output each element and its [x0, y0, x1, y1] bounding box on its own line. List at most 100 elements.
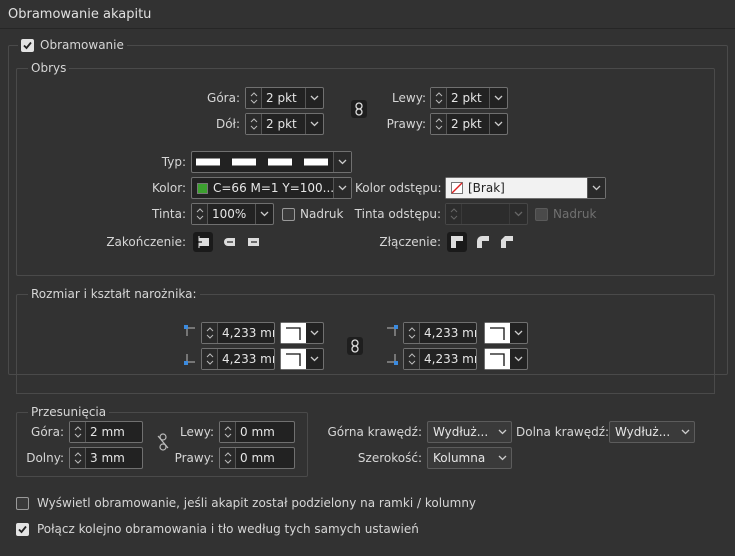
gap-tint-stepper[interactable] [445, 203, 528, 225]
offset-left-value[interactable]: 0 mm [236, 422, 294, 442]
offset-bottom-stepper[interactable]: 3 mm [69, 447, 143, 469]
bottom-edge-dropdown[interactable]: Wydłuż... [609, 421, 695, 443]
split-border-label: Wyświetl obramowanie, jeśli akapit zosta… [37, 496, 477, 510]
offset-right-value[interactable]: 0 mm [236, 448, 294, 468]
tint-value[interactable]: 100% [208, 204, 255, 224]
top-left-corner-stepper[interactable]: 4,233 mı [201, 322, 275, 344]
type-label: Typ: [161, 155, 186, 169]
stepper-arrows-icon[interactable] [70, 422, 86, 442]
stroke-bottom-value[interactable]: 2 pkt [262, 114, 305, 134]
chevron-down-icon[interactable] [493, 429, 511, 435]
merge-border-label: Połącz kolejno obramowania i tło według … [37, 522, 419, 536]
chevron-down-icon[interactable] [509, 204, 527, 224]
chevron-down-icon[interactable] [587, 178, 605, 198]
bottom-right-corner-icon [386, 353, 398, 368]
offset-right-stepper[interactable]: 0 mm [219, 447, 295, 469]
square-corner-shape-icon [485, 323, 510, 343]
stroke-group-legend: Obrys [28, 61, 70, 75]
offset-top-value[interactable]: 2 mm [86, 422, 142, 442]
projecting-cap-icon[interactable] [243, 232, 263, 252]
top-edge-dropdown[interactable]: Wydłuż... [427, 421, 512, 443]
stepper-arrows-icon[interactable] [220, 448, 236, 468]
link-corners-icon[interactable] [347, 337, 363, 355]
stroke-top-value[interactable]: 2 pkt [262, 88, 305, 108]
chevron-down-icon[interactable] [306, 356, 323, 362]
chevron-down-icon[interactable] [510, 330, 527, 336]
chevron-down-icon[interactable] [489, 88, 507, 108]
top-left-corner-value[interactable]: 4,233 mı [218, 323, 274, 343]
stepper-arrows-icon[interactable] [404, 349, 420, 369]
overprint-option[interactable]: Nadruk [282, 203, 343, 225]
round-cap-icon[interactable] [219, 232, 239, 252]
offset-top-stepper[interactable]: 2 mm [69, 421, 143, 443]
stepper-arrows-icon[interactable] [431, 114, 447, 134]
stroke-left-label: Lewy: [392, 91, 426, 105]
offset-top-label: Góra: [31, 425, 64, 439]
chevron-down-icon[interactable] [493, 455, 511, 461]
stroke-right-stepper[interactable]: 2 pkt [430, 113, 508, 135]
bottom-left-corner-value[interactable]: 4,233 mı [218, 349, 274, 369]
stepper-arrows-icon[interactable] [220, 422, 236, 442]
chevron-down-icon[interactable] [676, 429, 694, 435]
round-join-icon[interactable] [473, 232, 493, 252]
merge-border-option[interactable]: Połącz kolejno obramowania i tło według … [16, 519, 419, 539]
stepper-arrows-icon[interactable] [202, 323, 218, 343]
butt-cap-icon[interactable] [193, 232, 213, 252]
top-right-corner-stepper[interactable]: 4,233 mı [403, 322, 477, 344]
stepper-arrows-icon[interactable] [404, 323, 420, 343]
miter-join-icon[interactable] [447, 232, 467, 252]
top-right-corner-shape-dropdown[interactable] [484, 322, 528, 344]
offset-left-label: Lewy: [180, 425, 214, 439]
bottom-right-corner-stepper[interactable]: 4,233 mı [403, 348, 477, 370]
gap-color-dropdown[interactable]: [Brak] [445, 177, 606, 199]
stepper-arrows-icon[interactable] [70, 448, 86, 468]
chevron-down-icon[interactable] [333, 152, 351, 172]
stroke-left-value[interactable]: 2 pkt [447, 88, 489, 108]
bottom-left-corner-shape-dropdown[interactable] [280, 348, 324, 370]
chevron-down-icon[interactable] [305, 88, 323, 108]
offset-bottom-value[interactable]: 3 mm [86, 448, 142, 468]
offset-left-stepper[interactable]: 0 mm [219, 421, 295, 443]
stepper-arrows-icon[interactable] [246, 114, 262, 134]
overprint-checkbox[interactable] [282, 207, 295, 221]
stroke-right-value[interactable]: 2 pkt [447, 114, 489, 134]
bevel-join-icon[interactable] [497, 232, 517, 252]
corner-group-legend: Rozmiar i kształt narożnika: [28, 287, 200, 301]
chevron-down-icon[interactable] [306, 330, 323, 336]
gap-color-value: [Brak] [468, 181, 505, 195]
stroke-bottom-stepper[interactable]: 2 pkt [245, 113, 324, 135]
bottom-right-corner-shape-dropdown[interactable] [484, 348, 528, 370]
split-border-checkbox[interactable] [16, 496, 29, 510]
split-border-option[interactable]: Wyświetl obramowanie, jeśli akapit zosta… [16, 493, 476, 513]
top-right-corner-value[interactable]: 4,233 mı [420, 323, 476, 343]
tint-stepper[interactable]: 100% [191, 203, 274, 225]
stroke-top-label: Góra: [207, 91, 240, 105]
type-dropdown[interactable] [191, 151, 352, 173]
link-stroke-icon[interactable] [351, 100, 367, 118]
join-label: Złączenie: [379, 235, 441, 249]
stepper-arrows-icon[interactable] [192, 204, 208, 224]
chevron-down-icon[interactable] [305, 114, 323, 134]
stepper-arrows-icon[interactable] [246, 88, 262, 108]
chevron-down-icon[interactable] [333, 178, 351, 198]
enable-border-checkbox[interactable] [21, 38, 34, 52]
bottom-right-corner-value[interactable]: 4,233 mı [420, 349, 476, 369]
bottom-left-corner-stepper[interactable]: 4,233 mı [201, 348, 275, 370]
color-dropdown[interactable]: C=66 M=1 Y=100... [191, 177, 352, 199]
chevron-down-icon[interactable] [255, 204, 273, 224]
gap-tint-value[interactable] [462, 204, 509, 224]
gap-overprint-option[interactable]: Nadruk [535, 203, 596, 225]
merge-border-checkbox[interactable] [16, 522, 29, 536]
width-dropdown[interactable]: Kolumna [427, 447, 512, 469]
top-left-corner-shape-dropdown[interactable] [280, 322, 324, 344]
gap-tint-label: Tinta odstępu: [354, 207, 441, 221]
stepper-arrows-icon[interactable] [202, 349, 218, 369]
stepper-arrows-icon[interactable] [446, 204, 462, 224]
stroke-left-stepper[interactable]: 2 pkt [430, 87, 508, 109]
chevron-down-icon[interactable] [489, 114, 507, 134]
stepper-arrows-icon[interactable] [431, 88, 447, 108]
gap-overprint-checkbox[interactable] [535, 207, 548, 221]
stroke-top-stepper[interactable]: 2 pkt [245, 87, 324, 109]
chevron-down-icon[interactable] [510, 356, 527, 362]
offsets-group-legend: Przesunięcia [28, 405, 110, 419]
